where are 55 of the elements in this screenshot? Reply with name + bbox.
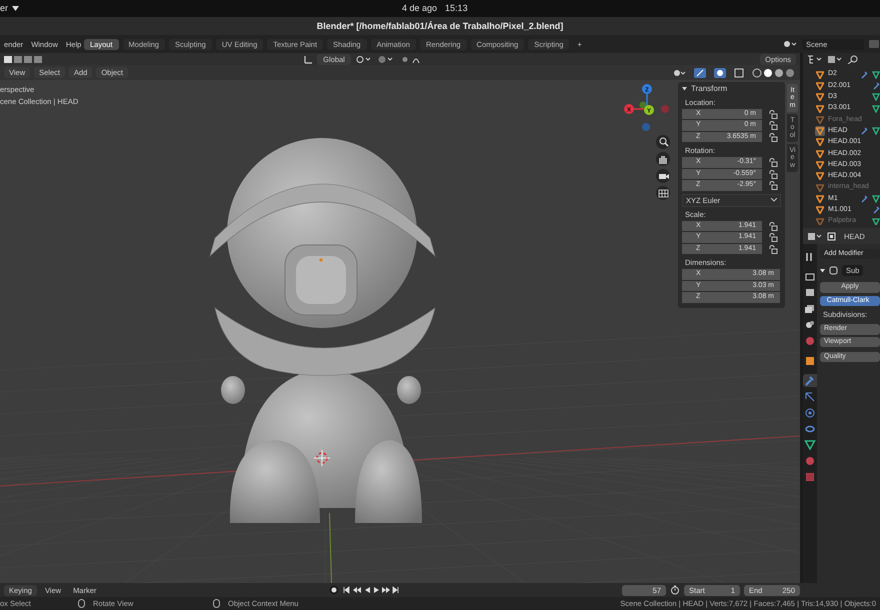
app-menu[interactable]: er [0,3,20,14]
panel-title: Transform [691,84,728,94]
lock-icon[interactable] [768,181,778,190]
lock-icon[interactable] [768,132,778,142]
caret-icon [771,198,777,202]
visibility-icon[interactable] [672,68,686,78]
pivot-point-icon[interactable] [355,54,373,64]
lock-icon[interactable] [768,233,778,242]
camera-icon[interactable] [656,169,670,183]
record-icon[interactable] [329,585,340,595]
display-mode-icon[interactable] [807,55,823,64]
grid-icon[interactable] [656,186,670,200]
shading-mode-icon[interactable] [752,68,796,78]
sphere-icon[interactable] [803,454,817,467]
particles-icon[interactable] [803,390,817,403]
mesh-data-icon[interactable] [803,438,817,451]
editor-type-icon[interactable] [807,232,823,240]
modifier-type-icon [829,266,838,276]
zoom-icon[interactable] [656,135,670,149]
physics-icon[interactable] [803,406,817,419]
clock-time: 15:13 [445,3,468,14]
mouse-icon [78,599,85,608]
gizmo-toggle-icon[interactable] [694,68,706,78]
caret-icon [12,6,20,11]
panel-header[interactable]: Transform [682,84,781,94]
scene-selector-icon[interactable] [782,39,798,49]
scene-icon[interactable] [803,318,817,331]
xray-icon[interactable] [734,68,744,78]
object-icon [827,232,836,240]
date-text: 4 de ago [402,3,438,14]
mouse-icon [213,599,220,608]
square-icon[interactable] [803,354,817,367]
checker-icon[interactable] [803,470,817,483]
transform-axes-icon[interactable] [304,54,313,64]
y-axis-line [329,513,332,583]
layers-icon[interactable] [803,302,817,315]
lock-icon[interactable] [768,244,778,254]
collapse-icon[interactable] [820,268,825,274]
lock-icon[interactable] [768,170,778,179]
stopwatch-icon[interactable] [670,585,680,595]
3d-cursor-icon [314,450,330,466]
window-title: Blender* [/home/fablab01/Área de Trabalho/Pixel_2.blend] [316,20,564,32]
overlay-toggle-icon[interactable] [714,68,726,78]
lock-icon[interactable] [768,110,778,119]
pan-hand-icon[interactable] [656,152,670,166]
lock-icon[interactable] [768,158,778,168]
lock-icon[interactable] [768,121,778,130]
search-icon[interactable] [847,55,859,64]
printer-icon[interactable] [803,286,817,299]
wrench-icon[interactable] [803,374,817,387]
lock-icon[interactable] [768,222,778,231]
collapse-icon[interactable] [682,86,687,92]
selection-mode-icon[interactable] [4,54,44,64]
playback-controls-icon[interactable] [343,585,400,595]
filter-icon[interactable] [827,55,843,64]
